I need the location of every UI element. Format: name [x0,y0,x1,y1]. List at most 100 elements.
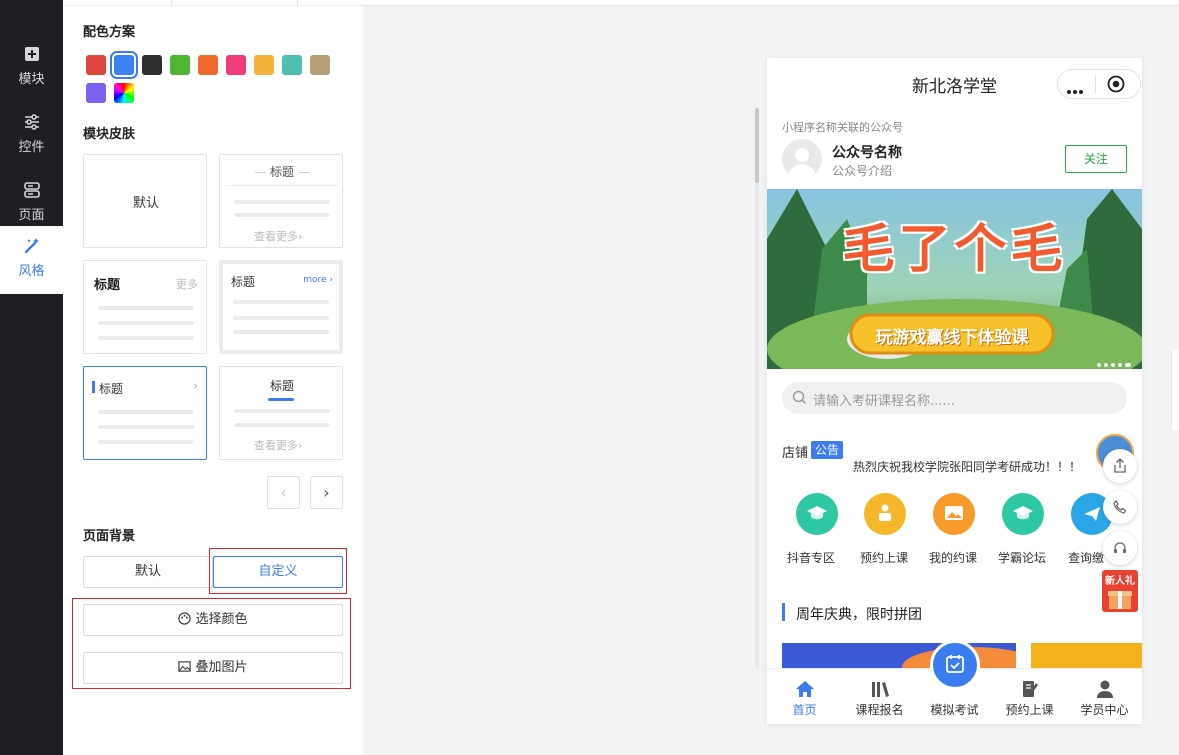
tab-student-center[interactable]: 学员中心 [1067,669,1142,724]
follow-button[interactable]: 关注 [1065,145,1127,173]
chevron-right-icon: › [192,379,198,394]
canvas-top-strip [363,0,1179,6]
picture-icon [945,506,963,520]
skin-default[interactable]: 默认 [83,154,207,248]
style-settings-panel: 配色方案 模块皮肤 默认 — 标题 — 查看更多› 标题 更多 标题 more … [63,0,363,755]
main-nav: 模块 控件 页面 风格 [0,0,63,755]
support-float-button[interactable] [1103,531,1137,565]
nav-label: 控件 [18,140,45,155]
tab-label: 首页 [792,703,817,717]
prev-page-button[interactable]: ‹ [267,476,300,509]
graduation-cap-icon [1013,506,1033,520]
search-bar[interactable]: 请输入考研课程名称...... [782,382,1127,414]
pick-color-button[interactable]: 选择颜色 [83,604,343,636]
skin-card-title[interactable]: 标题 more › [219,260,343,354]
nav-item-module[interactable]: 模块 [0,34,63,102]
placeholder-line [98,336,194,340]
capsule-menu[interactable] [1057,69,1141,99]
phone-float-button[interactable] [1103,490,1137,524]
nav-label: 页面 [18,208,45,223]
skin-bar-title[interactable]: 标题 › [83,366,207,460]
graduation-cap-icon [807,506,827,520]
right-collapse-handle[interactable] [1171,350,1179,430]
placeholder-line [98,410,194,414]
canvas-scrollbar[interactable] [755,108,759,668]
placeholder-line [233,316,329,320]
account-desc: 公众号介绍 [832,164,893,178]
tab-label: 预约上课 [1005,703,1054,717]
icon-label: 抖音专区 [787,551,836,565]
scrollbar-thumb[interactable] [755,108,759,183]
color-scheme-title: 配色方案 [83,25,136,40]
account-name: 公众号名称 [832,145,902,161]
swatch-purple[interactable] [86,83,106,103]
carousel-dots [1097,356,1131,371]
swatch-green[interactable] [170,55,190,75]
capsule-divider [1095,76,1096,94]
swatch-teal[interactable] [282,55,302,75]
home-icon [795,681,814,697]
placeholder-line [233,300,329,304]
notice-text[interactable]: 热烈庆祝我校学院张阳同学考研成功！！！ [853,458,1081,475]
skin-underline-title[interactable]: 标题 查看更多› [219,366,343,460]
accent-bar [92,381,95,393]
phone-icon [1113,500,1127,514]
placeholder-line [233,330,329,334]
skin-title: 标题 [269,379,294,393]
new-gift-button[interactable]: 新人礼 [1102,570,1138,612]
notice-badge: 公告 [811,441,844,459]
more-en-text: more › [303,275,333,285]
placeholder-line [234,200,330,204]
swatch-red[interactable] [86,55,106,75]
nav-item-style[interactable]: 风格 [0,226,63,294]
skin-title: 标题 [231,275,256,289]
placeholder-line [98,425,194,429]
next-page-button[interactable]: › [310,476,343,509]
avatar [782,139,822,179]
tab-separator [171,0,172,6]
swatch-orange[interactable] [198,55,218,75]
nav-item-control[interactable]: 控件 [0,102,63,170]
tab-home[interactable]: 首页 [767,669,842,724]
more-dots-icon[interactable] [1067,83,1083,98]
promo-card[interactable] [782,643,1016,669]
sliders-icon [24,114,39,130]
view-more-text: 查看更多› [254,230,303,243]
pick-color-label: 选择颜色 [195,612,248,627]
swatch-pink[interactable] [226,55,246,75]
headset-icon [1114,542,1126,553]
bg-default-button[interactable]: 默认 [83,556,213,588]
tab-reserve-class[interactable]: 预约上课 [992,669,1067,724]
placeholder-line [98,321,194,325]
banner-subtitle: 玩游戏赢线下体验课 [875,328,1029,348]
section-title: 周年庆典，限时拼团 [796,607,922,623]
promo-card[interactable] [1031,643,1142,669]
nav-label: 模块 [18,72,45,87]
swatch-blue[interactable] [110,51,138,79]
close-target-icon[interactable] [1107,75,1125,93]
tab-label: 模拟考试 [930,703,979,717]
underline [268,398,294,401]
calendar-check-icon [946,655,964,673]
icon-label: 预约上课 [860,551,909,565]
banner-carousel[interactable]: 毛了个毛 玩游戏赢线下体验课 [767,189,1142,369]
swatch-khaki[interactable] [310,55,330,75]
swatch-yellow[interactable] [254,55,274,75]
overlay-image-button[interactable]: 叠加图片 [83,652,343,684]
tab-course-signup[interactable]: 课程报名 [842,669,917,724]
center-tab-circle [930,640,980,690]
new-gift-label: 新人礼 [1105,576,1135,587]
shop-label: 店铺 [782,446,809,461]
skin-bold-title[interactable]: 标题 更多 [83,260,207,354]
tab-mock-exam[interactable]: 模拟考试 [917,640,992,724]
swatch-black[interactable] [142,55,162,75]
skin-centered-title[interactable]: — 标题 — 查看更多› [219,154,343,248]
bg-custom-button[interactable]: 自定义 [213,556,343,588]
module-skin-title: 模块皮肤 [83,127,136,142]
share-float-button[interactable] [1103,449,1137,483]
share-icon [1114,458,1126,473]
placeholder-line [98,306,194,310]
swatch-custom-rainbow[interactable] [114,83,134,103]
icon-label: 学霸论坛 [998,551,1047,565]
skin-title: — 标题 — [254,165,310,179]
